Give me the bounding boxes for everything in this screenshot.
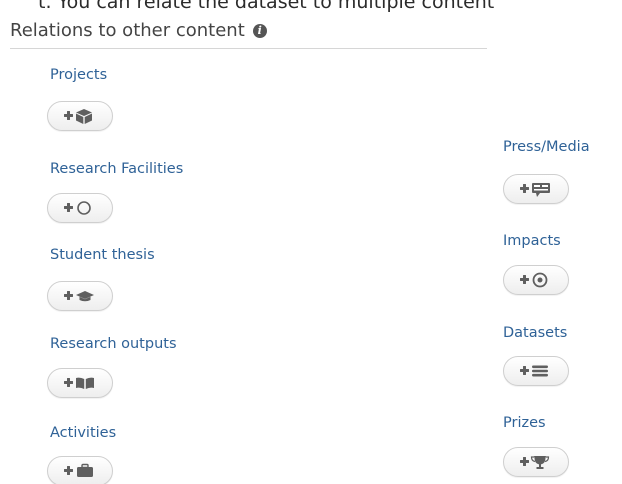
plus-icon [520,366,529,375]
section-title: Relations to other content [10,20,245,41]
trophy-icon [530,456,550,469]
target-icon [532,272,548,288]
section-heading: Relations to other content i [10,20,267,41]
cube-icon [76,109,92,124]
plus-icon [64,111,73,120]
add-project-button[interactable] [47,101,113,131]
book-icon [76,377,94,389]
plus-icon [64,378,73,387]
plus-icon [64,203,73,212]
research-facilities-label: Research Facilities [50,161,184,177]
media-icon [532,183,550,197]
add-prize-button[interactable] [503,447,569,477]
prizes-label: Prizes [503,415,546,431]
plus-icon [520,184,529,193]
add-dataset-button[interactable] [503,356,569,386]
section-divider [10,48,487,49]
briefcase-icon [77,463,93,477]
projects-label: Projects [50,67,108,83]
plus-icon [64,466,73,475]
activities-label: Activities [50,425,117,441]
intro-text: t. You can relate the dataset to multipl… [38,0,495,13]
add-impact-button[interactable] [503,265,569,295]
relations-panel: t. You can relate the dataset to multipl… [0,0,622,484]
impacts-label: Impacts [503,233,561,249]
press-media-label: Press/Media [503,139,590,155]
research-outputs-label: Research outputs [50,336,177,352]
list-icon [532,365,548,377]
student-thesis-label: Student thesis [50,247,155,263]
add-press-media-button[interactable] [503,174,569,204]
plus-icon [520,275,529,284]
add-student-thesis-button[interactable] [47,281,113,311]
add-research-facility-button[interactable] [47,193,113,223]
add-activity-button[interactable] [47,456,113,484]
datasets-label: Datasets [503,325,568,341]
plus-icon [520,457,529,466]
ring-icon [77,201,91,215]
graduation-cap-icon [76,291,94,302]
plus-icon [64,291,73,300]
info-icon[interactable]: i [252,23,267,38]
add-research-output-button[interactable] [47,368,113,398]
